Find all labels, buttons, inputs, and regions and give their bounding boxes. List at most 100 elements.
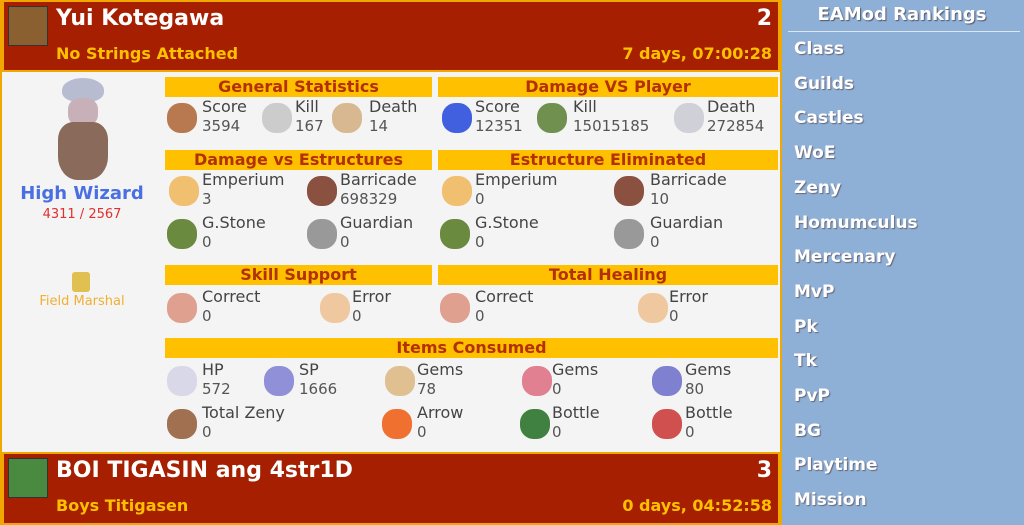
sword-icon [614, 219, 644, 249]
stat-cell: Gems 0 [522, 360, 662, 402]
stat-value: 698329 [340, 190, 398, 208]
stat-value: 3594 [202, 117, 241, 135]
stat-value: 0 [202, 307, 212, 325]
sidebar-item-mvp[interactable]: MvP [794, 282, 834, 302]
bottle-icon [520, 409, 550, 439]
sidebar-item-castles[interactable]: Castles [794, 108, 864, 128]
section-header: Damage vs Estructures [165, 150, 432, 170]
stat-label: Emperium [475, 170, 558, 189]
divider [788, 31, 1020, 32]
stat-label: Bottle [552, 403, 600, 422]
log-icon [307, 176, 337, 206]
sidebar-item-zeny[interactable]: Zeny [794, 178, 841, 198]
sidebar-item-pk[interactable]: Pk [794, 317, 818, 337]
stat-cell: G.Stone 0 [167, 213, 312, 255]
stat-value: 272854 [707, 117, 765, 135]
class-name: High Wizard [20, 183, 144, 204]
ranking-panel: Yui Kotegawa No Strings Attached 2 7 day… [0, 0, 782, 525]
stat-cell: Arrow 0 [382, 403, 527, 445]
skull-icon [332, 103, 362, 133]
guild-emblem-icon [8, 6, 48, 46]
character-sprite [52, 78, 114, 180]
player-header[interactable]: BOI TIGASIN ang 4str1D Boys Titigasen 3 … [2, 452, 780, 525]
stat-value: 0 [352, 307, 362, 325]
stat-value: 0 [552, 380, 562, 398]
player-name[interactable]: BOI TIGASIN ang 4str1D [56, 458, 353, 483]
stat-label: G.Stone [202, 213, 266, 232]
player-header[interactable]: Yui Kotegawa No Strings Attached 2 7 day… [2, 0, 780, 72]
stat-cell: Total Zeny 0 [167, 403, 312, 445]
stat-label: Barricade [650, 170, 727, 189]
spear-icon [537, 103, 567, 133]
play-time: 0 days, 04:52:58 [622, 496, 772, 515]
stat-cell: Bottle 0 [520, 403, 662, 445]
stat-label: Error [352, 287, 391, 306]
rank-title: Field Marshal [39, 294, 125, 309]
stone-icon [167, 219, 197, 249]
section-header: General Statistics [165, 77, 432, 97]
gem-icon [522, 366, 552, 396]
sidebar-item-guilds[interactable]: Guilds [794, 74, 854, 94]
stat-value: 167 [295, 117, 324, 135]
sidebar-item-class[interactable]: Class [794, 39, 844, 59]
stat-label: G.Stone [475, 213, 539, 232]
shield-icon [674, 103, 704, 133]
stat-label: Barricade [340, 170, 417, 189]
stat-value: 0 [475, 190, 485, 208]
stat-value: 0 [669, 307, 679, 325]
stat-value: 0 [552, 423, 562, 441]
stat-label: Guardian [340, 213, 414, 232]
stat-cell: Barricade 10 [614, 170, 760, 212]
sidebar-item-mercenary[interactable]: Mercenary [794, 247, 895, 267]
stat-label: HP [202, 360, 224, 379]
stat-cell: Error 0 [638, 287, 779, 329]
stat-cell: Correct 0 [440, 287, 585, 329]
stat-label: Guardian [650, 213, 724, 232]
stat-label: Kill [295, 97, 319, 116]
kill-death-ratio: 4311 / 2567 [42, 207, 122, 222]
crystal-icon [442, 176, 472, 206]
stat-value: 0 [475, 233, 485, 251]
stat-value: 80 [685, 380, 705, 398]
player-name[interactable]: Yui Kotegawa [56, 6, 224, 31]
sidebar-item-homumculus[interactable]: Homumculus [794, 213, 918, 233]
grapes-icon [442, 103, 472, 133]
stat-value: 15015185 [573, 117, 650, 135]
rank-number: 3 [756, 458, 772, 483]
section-header: Total Healing [438, 265, 778, 285]
stat-value: 0 [475, 307, 485, 325]
stat-value: 10 [650, 190, 670, 208]
stat-value: 0 [417, 423, 427, 441]
sidebar-item-mission[interactable]: Mission [794, 490, 867, 510]
crystal-icon [169, 176, 199, 206]
play-time: 7 days, 07:00:28 [622, 44, 772, 63]
gem-icon [652, 366, 682, 396]
sidebar-item-bg[interactable]: BG [794, 421, 821, 441]
stat-value: 1666 [299, 380, 338, 398]
sidebar-item-pvp[interactable]: PvP [794, 386, 830, 406]
stat-cell: Barricade 698329 [307, 170, 450, 212]
gem-icon [385, 366, 415, 396]
stat-value: 14 [369, 117, 389, 135]
stat-cell: Bottle 0 [652, 403, 795, 445]
sidebar: EAMod Rankings Class Guilds Castles WoE Zeny… [782, 0, 1024, 525]
stat-cell: G.Stone 0 [440, 213, 585, 255]
bag-icon [167, 409, 197, 439]
guild-name: No Strings Attached [56, 44, 239, 63]
stat-label: Correct [202, 287, 261, 306]
dagger-icon [262, 103, 292, 133]
sidebar-item-tk[interactable]: Tk [794, 351, 817, 371]
stone-icon [440, 219, 470, 249]
stat-label: Emperium [202, 170, 285, 189]
sidebar-item-woe[interactable]: WoE [794, 143, 835, 163]
stat-cell: Correct 0 [167, 287, 312, 329]
log-icon [614, 176, 644, 206]
stat-label: Bottle [685, 403, 733, 422]
face-icon [320, 293, 350, 323]
stat-value: 0 [650, 233, 660, 251]
stat-label: SP [299, 360, 319, 379]
stat-value: 0 [202, 233, 212, 251]
potion-icon [167, 366, 197, 396]
sidebar-item-playtime[interactable]: Playtime [794, 455, 878, 475]
face-icon [638, 293, 668, 323]
